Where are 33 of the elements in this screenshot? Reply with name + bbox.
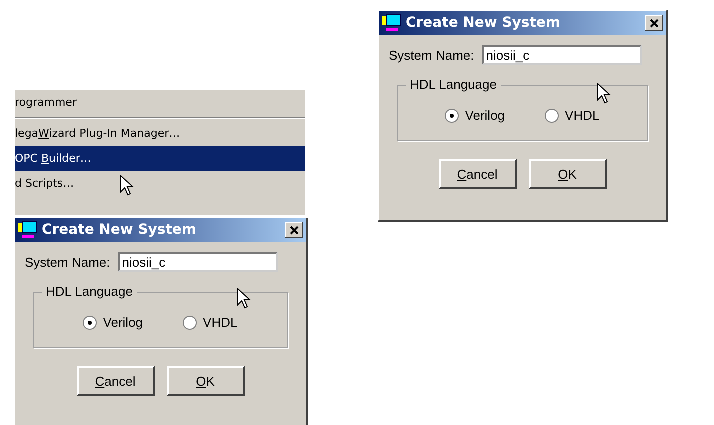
close-button[interactable] bbox=[645, 15, 663, 31]
field-label: System Name: bbox=[389, 48, 474, 62]
monitor-icon bbox=[18, 221, 38, 239]
monitor-icon bbox=[382, 14, 402, 32]
menu-item[interactable]: legaWizard Plug-In Manager… bbox=[15, 121, 305, 146]
dialog-button[interactable]: Cancel bbox=[438, 159, 516, 189]
dialog-button[interactable]: OK bbox=[528, 159, 606, 189]
window-title: Create New System bbox=[406, 15, 562, 31]
pointer-icon bbox=[120, 175, 134, 197]
option-label: VHDL bbox=[565, 108, 600, 123]
option-label: VHDL bbox=[203, 315, 238, 330]
radio-button[interactable] bbox=[83, 316, 98, 330]
system-name-field[interactable]: niosii_c bbox=[482, 45, 642, 65]
menu-item[interactable]: d Scripts… bbox=[15, 171, 305, 196]
close-button[interactable] bbox=[285, 222, 303, 238]
dialog-button[interactable]: OK bbox=[166, 366, 244, 396]
menu-item[interactable]: OPC Builder… bbox=[15, 146, 305, 171]
option-label: Verilog bbox=[465, 108, 506, 123]
field-label: System Name: bbox=[25, 254, 110, 270]
dialog-button[interactable]: Cancel bbox=[76, 366, 154, 396]
pointer-icon bbox=[237, 288, 251, 310]
group-label: HDL Language bbox=[406, 77, 501, 92]
option-label: Verilog bbox=[103, 315, 144, 330]
radio-button[interactable] bbox=[183, 316, 198, 330]
radio-button[interactable] bbox=[545, 108, 560, 122]
system-name-field[interactable]: niosii_c bbox=[118, 252, 278, 272]
close-icon bbox=[290, 226, 298, 234]
pointer-icon bbox=[597, 83, 611, 105]
radio-button[interactable] bbox=[445, 108, 460, 122]
window-title: Create New System bbox=[42, 222, 198, 238]
close-icon bbox=[650, 18, 658, 28]
menu-item[interactable]: rogrammer bbox=[15, 90, 305, 115]
group-label: HDL Language bbox=[42, 284, 137, 299]
